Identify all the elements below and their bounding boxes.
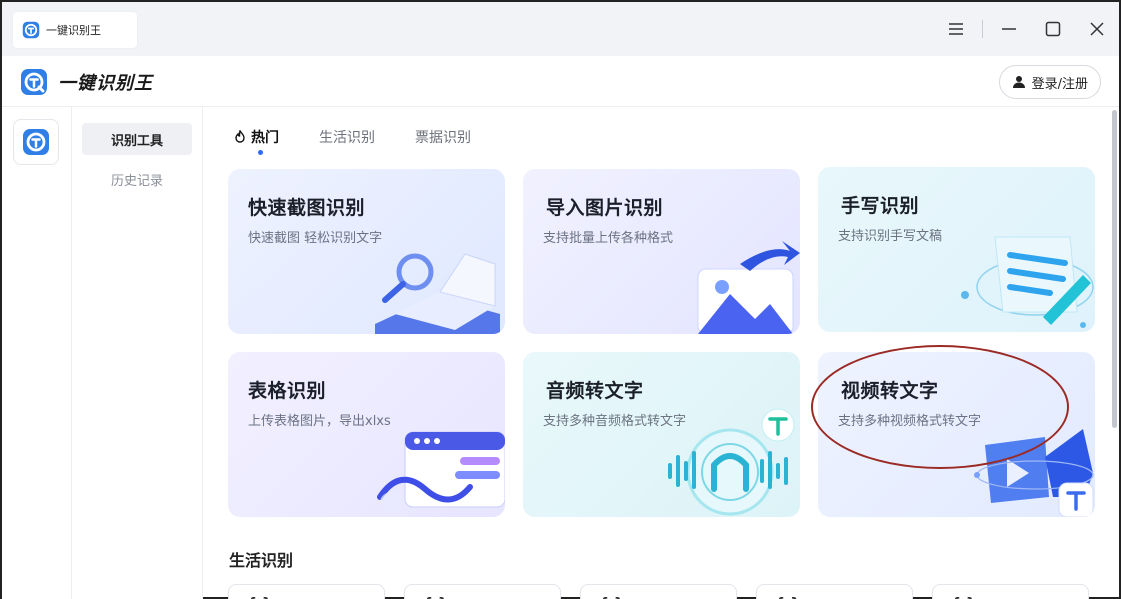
video-play-icon xyxy=(974,429,1094,517)
app-tab-title: 一键识别王 xyxy=(46,24,101,37)
subnav-item-label: 识别工具 xyxy=(110,133,163,149)
maximize-icon[interactable] xyxy=(1031,2,1075,56)
spreadsheet-chart-icon xyxy=(377,431,505,512)
image-upload-icon xyxy=(697,241,800,334)
app-logo-icon xyxy=(22,21,40,39)
app-window-tab[interactable]: 一键识别王 xyxy=(13,12,137,48)
active-tab-indicator xyxy=(258,150,263,155)
login-button[interactable]: 登录/注册 xyxy=(998,65,1101,99)
main-content: 热门 生活识别 票据识别 快速截图识别 快速截图 轻松识别文字 导入图片识别 支… xyxy=(203,107,1111,599)
app-header: 一键识别王 登录/注册 xyxy=(2,56,1119,107)
card-table-ocr[interactable]: 表格识别 上传表格图片，导出xlxs xyxy=(228,352,505,517)
sub-nav: 识别工具 历史记录 xyxy=(72,107,203,599)
handwritten-document-icon xyxy=(961,236,1094,328)
fire-icon xyxy=(235,130,245,143)
tab-receipt[interactable]: 票据识别 xyxy=(415,127,471,147)
tab-label: 热门 xyxy=(251,130,279,146)
category-tabs: 热门 生活识别 票据识别 xyxy=(233,127,471,155)
book-magnifier-icon xyxy=(375,253,500,334)
card-import-image-ocr[interactable]: 导入图片识别 支持批量上传各种格式 xyxy=(523,169,800,334)
card-title: 视频转文字 xyxy=(841,380,939,402)
subnav-item-label: 历史记录 xyxy=(110,173,163,189)
divider xyxy=(982,20,983,38)
life-ocr-item[interactable]: {·} xyxy=(756,584,913,599)
subnav-item-tools[interactable]: 识别工具 xyxy=(82,123,192,155)
life-ocr-item[interactable]: { } xyxy=(580,584,737,599)
card-title: 快速截图识别 xyxy=(248,197,366,219)
subnav-item-history[interactable]: 历史记录 xyxy=(82,163,192,195)
card-subtitle: 支持批量上传各种格式 xyxy=(543,231,674,246)
life-ocr-row: { } { } { } {·} { } xyxy=(228,584,1089,599)
tab-hot[interactable]: 热门 xyxy=(233,127,279,155)
card-title: 导入图片识别 xyxy=(546,197,664,219)
vertical-scrollbar[interactable] xyxy=(1112,110,1117,428)
card-subtitle: 支持识别手写文稿 xyxy=(838,229,943,244)
brand-name: 一键识别王 xyxy=(58,73,153,94)
left-rail xyxy=(2,107,72,599)
rail-home-button[interactable] xyxy=(13,119,59,165)
tab-label: 票据识别 xyxy=(415,130,471,146)
brand-logo-icon xyxy=(21,69,47,95)
card-title: 手写识别 xyxy=(841,195,920,217)
card-title: 音频转文字 xyxy=(546,380,644,402)
life-ocr-item[interactable]: { } xyxy=(228,584,385,599)
life-ocr-item[interactable]: { } xyxy=(404,584,561,599)
minimize-icon[interactable] xyxy=(987,2,1031,56)
audio-wave-icon xyxy=(668,408,795,516)
menu-icon[interactable] xyxy=(934,2,978,56)
tab-label: 生活识别 xyxy=(319,130,375,146)
card-video-to-text[interactable]: 视频转文字 支持多种视频格式转文字 xyxy=(818,352,1095,517)
brand: 一键识别王 xyxy=(20,68,153,96)
close-icon[interactable] xyxy=(1075,2,1119,56)
login-label: 登录/注册 xyxy=(1031,76,1088,92)
section-title: 生活识别 xyxy=(229,551,294,570)
life-ocr-item[interactable]: { } xyxy=(932,584,1089,599)
tab-life[interactable]: 生活识别 xyxy=(319,127,375,147)
window-controls xyxy=(934,2,1119,56)
card-audio-to-text[interactable]: 音频转文字 支持多种音频格式转文字 xyxy=(523,352,800,517)
user-icon xyxy=(1012,76,1025,88)
app-logo-icon xyxy=(23,129,49,155)
card-subtitle: 支持多种视频格式转文字 xyxy=(838,414,982,429)
card-handwriting-ocr[interactable]: 手写识别 支持识别手写文稿 xyxy=(818,167,1095,332)
title-bar: 一键识别王 xyxy=(2,2,1119,56)
card-title: 表格识别 xyxy=(248,380,327,402)
card-screenshot-ocr[interactable]: 快速截图识别 快速截图 轻松识别文字 xyxy=(228,169,505,334)
